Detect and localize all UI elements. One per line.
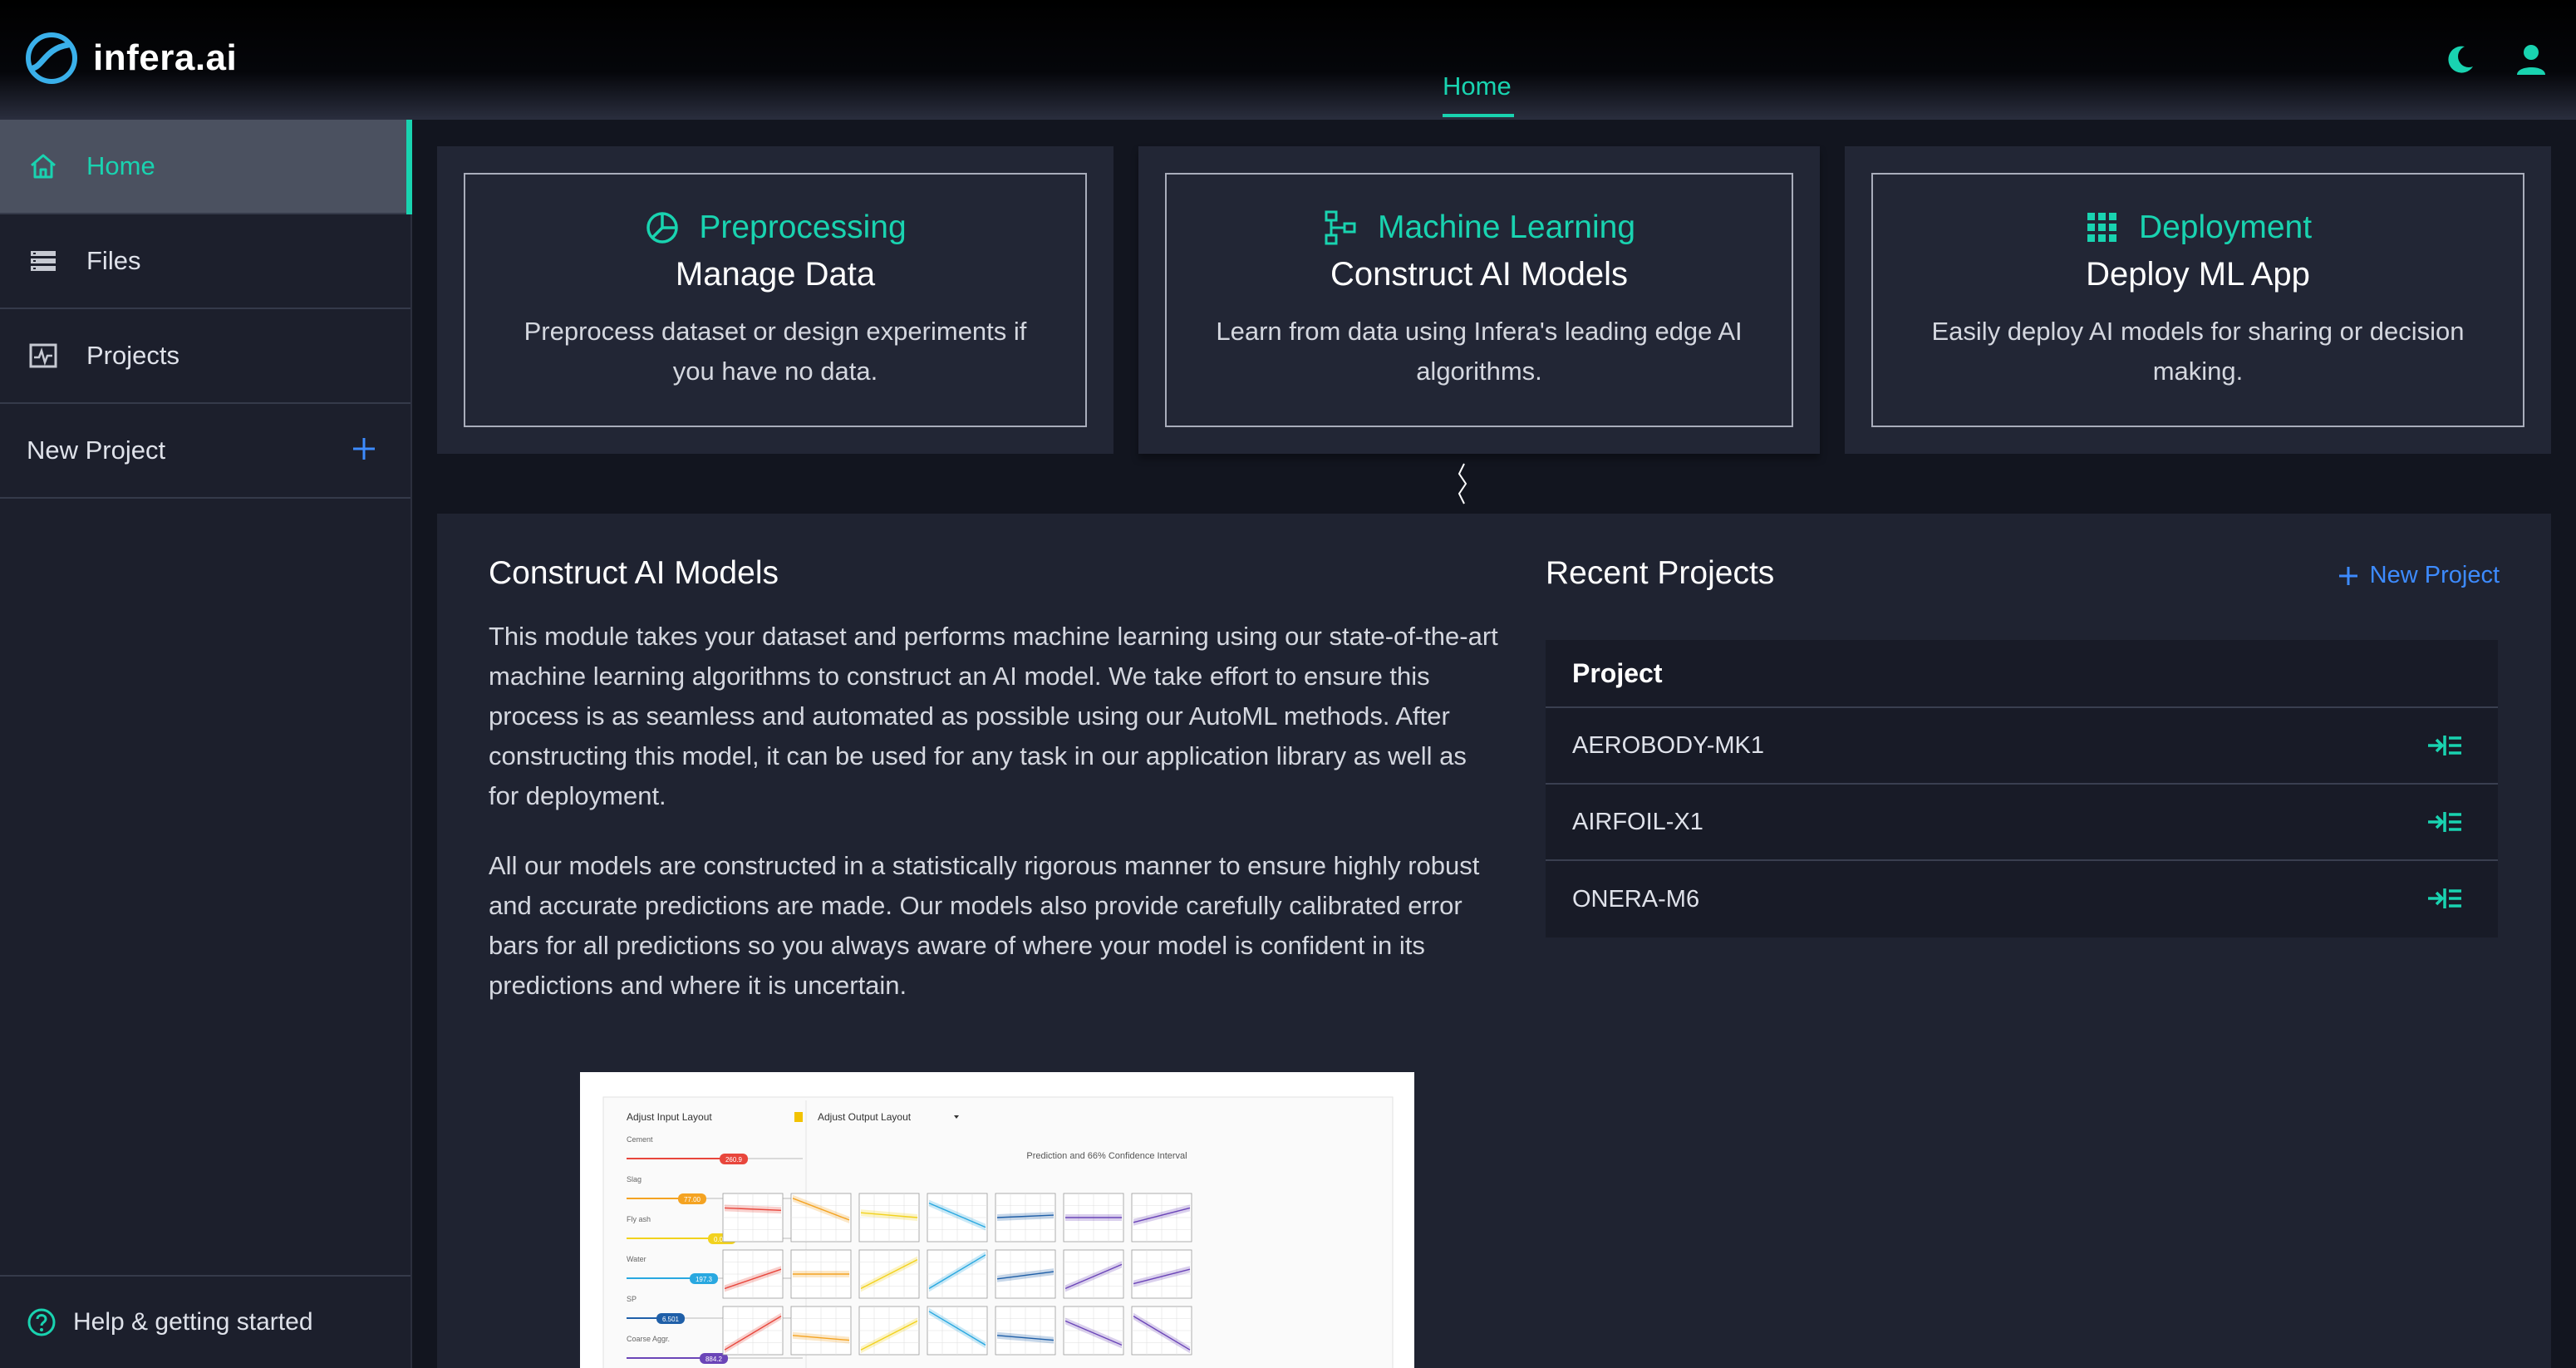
module-title: Manage Data — [675, 256, 876, 293]
app-preview-image: Adjust Input Layout Adjust Output Layout… — [580, 1072, 1414, 1368]
module-card-body: Deployment Deploy ML App Easily deploy A… — [1871, 173, 2524, 427]
slider-value: 197.3 — [696, 1276, 713, 1283]
slider-label: Water — [627, 1255, 646, 1263]
module-category: Preprocessing — [699, 209, 907, 245]
recent-projects-title: Recent Projects — [1546, 555, 1775, 591]
plus-icon — [2338, 566, 2357, 585]
table-row[interactable]: AEROBODY-MK1 — [1546, 708, 2498, 785]
project-name: ONERA-M6 — [1572, 885, 1700, 913]
chart-title: Prediction and 66% Confidence Interval — [1026, 1151, 1187, 1161]
help-icon — [27, 1308, 56, 1336]
machine-learning-icon — [1325, 210, 1356, 245]
sidebar-item-projects[interactable]: Projects — [0, 309, 410, 404]
preprocessing-icon — [646, 212, 679, 244]
deployment-icon — [2087, 213, 2116, 242]
open-project-icon[interactable] — [2426, 808, 2463, 836]
open-project-icon[interactable] — [2426, 884, 2463, 913]
table-row[interactable]: ONERA-M6 — [1546, 861, 2498, 937]
module-card-body: Machine Learning Construct AI Models Lea… — [1165, 173, 1793, 427]
home-icon — [31, 154, 56, 179]
app-preview-svg: Adjust Input Layout Adjust Output Layout… — [602, 1096, 1394, 1368]
module-category: Machine Learning — [1377, 209, 1636, 245]
slider-label: Coarse Aggr. — [627, 1335, 670, 1343]
table-row[interactable]: AIRFOIL-X1 — [1546, 785, 2498, 861]
module-card-machine-learning[interactable]: Machine Learning Construct AI Models Lea… — [1138, 146, 1820, 454]
logo-icon — [26, 32, 77, 84]
nav-active-underline — [1443, 114, 1514, 117]
sidebar-item-files[interactable]: Files — [0, 214, 410, 309]
sidebar-new-project[interactable]: New Project — [0, 404, 410, 499]
open-project-icon[interactable] — [2426, 731, 2463, 760]
project-name: AEROBODY-MK1 — [1572, 731, 1764, 759]
squiggle-indicator-icon — [1458, 463, 1467, 504]
slider-value: 884.2 — [705, 1356, 723, 1363]
new-project-label: New Project — [2369, 562, 2500, 588]
slider-label: Cement — [627, 1135, 653, 1144]
module-description: Learn from data using Infera's leading e… — [1216, 317, 1743, 386]
table-header: Project — [1546, 640, 2498, 708]
module-card-deployment[interactable]: Deployment Deploy ML App Easily deploy A… — [1845, 146, 2551, 454]
module-description: Preprocess dataset or design experiments… — [524, 317, 1027, 386]
slider-label: SP — [627, 1295, 637, 1303]
module-title: Construct AI Models — [1330, 256, 1628, 293]
sidebar: Home Files Projects New Project Help & g… — [0, 120, 412, 1368]
sidebar-item-label: Projects — [86, 341, 179, 370]
logo[interactable]: infera.ai — [25, 32, 237, 85]
input-layout-label: Adjust Input Layout — [627, 1111, 712, 1123]
logo-text: infera.ai — [93, 37, 238, 78]
top-bar: infera.ai Home — [0, 0, 2576, 120]
slider-value: 260.9 — [725, 1156, 743, 1164]
project-name: AIRFOIL-X1 — [1572, 808, 1703, 835]
plus-icon[interactable] — [349, 434, 379, 464]
moon-icon[interactable] — [2441, 42, 2478, 78]
sidebar-item-home[interactable]: Home — [0, 120, 412, 214]
slider-value: 6.501 — [662, 1316, 680, 1323]
help-label: Help & getting started — [73, 1308, 313, 1336]
sidebar-item-label: Home — [86, 151, 155, 180]
module-description: Easily deploy AI models for sharing or d… — [1931, 317, 2465, 386]
section-title: Construct AI Models — [489, 555, 779, 591]
module-title: Deploy ML App — [2086, 256, 2310, 293]
description-paragraph-1: This module takes your dataset and perfo… — [489, 622, 1498, 810]
recent-projects-table: Project AEROBODY-MK1 AIRFOIL-X1 ONERA-M6 — [1546, 640, 2498, 937]
sidebar-item-label: Files — [86, 246, 141, 275]
slider-label: Fly ash — [627, 1215, 651, 1223]
files-icon — [31, 251, 56, 271]
user-icon[interactable] — [2513, 42, 2549, 78]
module-category: Deployment — [2138, 209, 2313, 245]
module-card-body: Preprocessing Manage Data Preprocess dat… — [464, 173, 1087, 427]
module-card-preprocessing[interactable]: Preprocessing Manage Data Preprocess dat… — [437, 146, 1113, 454]
nav-home[interactable]: Home — [1443, 71, 1512, 101]
description-paragraph-2: All our models are constructed in a stat… — [489, 851, 1480, 1000]
sidebar-new-project-label: New Project — [27, 435, 166, 465]
projects-icon — [29, 343, 57, 368]
help-getting-started[interactable]: Help & getting started — [0, 1275, 410, 1368]
output-layout-label: Adjust Output Layout — [818, 1111, 912, 1123]
slider-label: Slag — [627, 1175, 642, 1183]
lock-icon — [794, 1112, 803, 1122]
new-project-link[interactable]: New Project — [2337, 562, 2500, 589]
slider-value: 77.00 — [684, 1196, 701, 1203]
main-panel: Construct AI Models This module takes yo… — [437, 514, 2551, 1368]
